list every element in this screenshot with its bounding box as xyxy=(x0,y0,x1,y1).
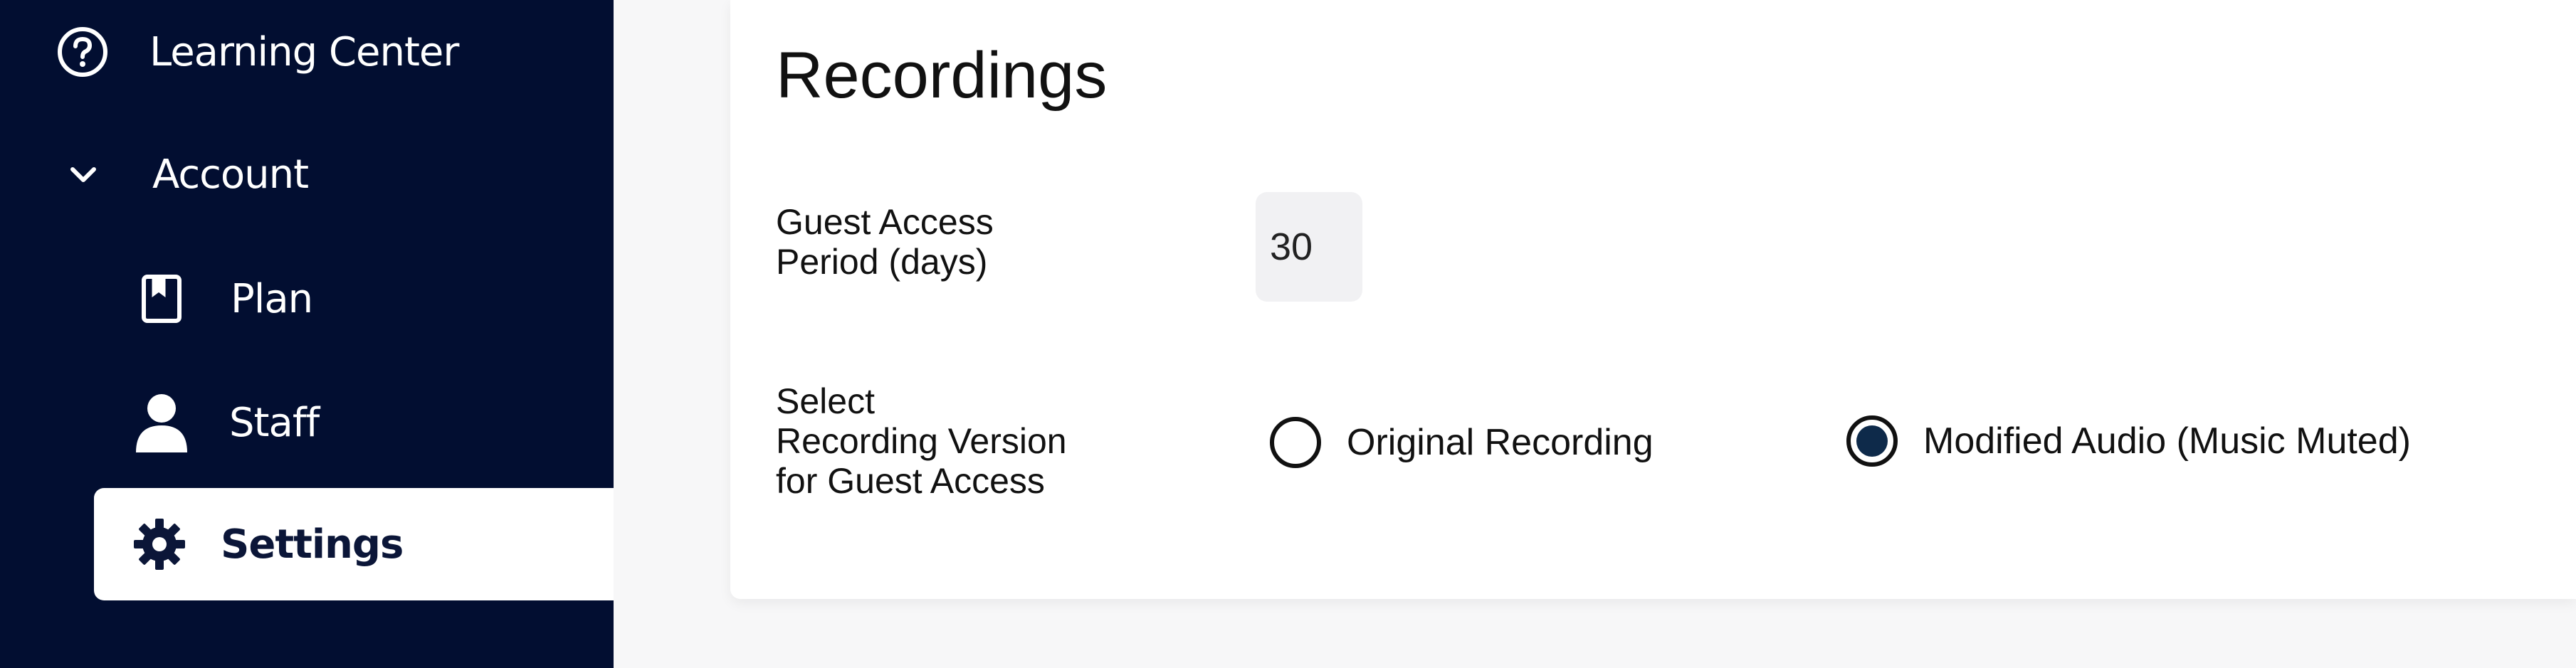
page-title: Recordings xyxy=(776,39,1108,112)
sidebar-item-plan[interactable]: Plan xyxy=(137,272,313,326)
sidebar-item-label: Plan xyxy=(231,275,313,322)
guest-access-period-label: Guest Access Period (days) xyxy=(776,202,994,282)
radio-label: Original Recording xyxy=(1347,422,1654,463)
sidebar-item-learning-center[interactable]: Learning Center xyxy=(56,25,459,79)
radio-selected-icon[interactable] xyxy=(1846,415,1898,467)
radio-dot xyxy=(1856,425,1888,457)
sidebar-item-label: Learning Center xyxy=(149,28,459,75)
person-icon xyxy=(132,393,191,452)
sidebar-item-label: Settings xyxy=(221,521,404,568)
radio-unselected-icon[interactable] xyxy=(1270,417,1321,468)
sidebar: Learning Center Account Plan Staff Setti… xyxy=(0,0,614,668)
sidebar-item-staff[interactable]: Staff xyxy=(132,393,320,452)
radio-modified-audio[interactable]: Modified Audio (Music Muted) xyxy=(1846,415,2411,467)
radio-label: Modified Audio (Music Muted) xyxy=(1923,420,2411,462)
sidebar-item-label: Staff xyxy=(229,399,320,446)
sidebar-item-settings[interactable]: Settings xyxy=(94,488,614,600)
recording-version-label: Select Recording Version for Guest Acces… xyxy=(776,381,1067,501)
help-circle-icon xyxy=(56,25,110,79)
sidebar-item-label: Account xyxy=(152,151,309,198)
radio-original-recording[interactable]: Original Recording xyxy=(1270,417,1654,468)
bookmark-book-icon xyxy=(137,272,186,326)
gear-icon xyxy=(132,517,186,571)
guest-access-period-input[interactable] xyxy=(1256,192,1362,302)
chevron-down-icon xyxy=(64,155,102,193)
sidebar-item-account[interactable]: Account xyxy=(64,149,309,199)
